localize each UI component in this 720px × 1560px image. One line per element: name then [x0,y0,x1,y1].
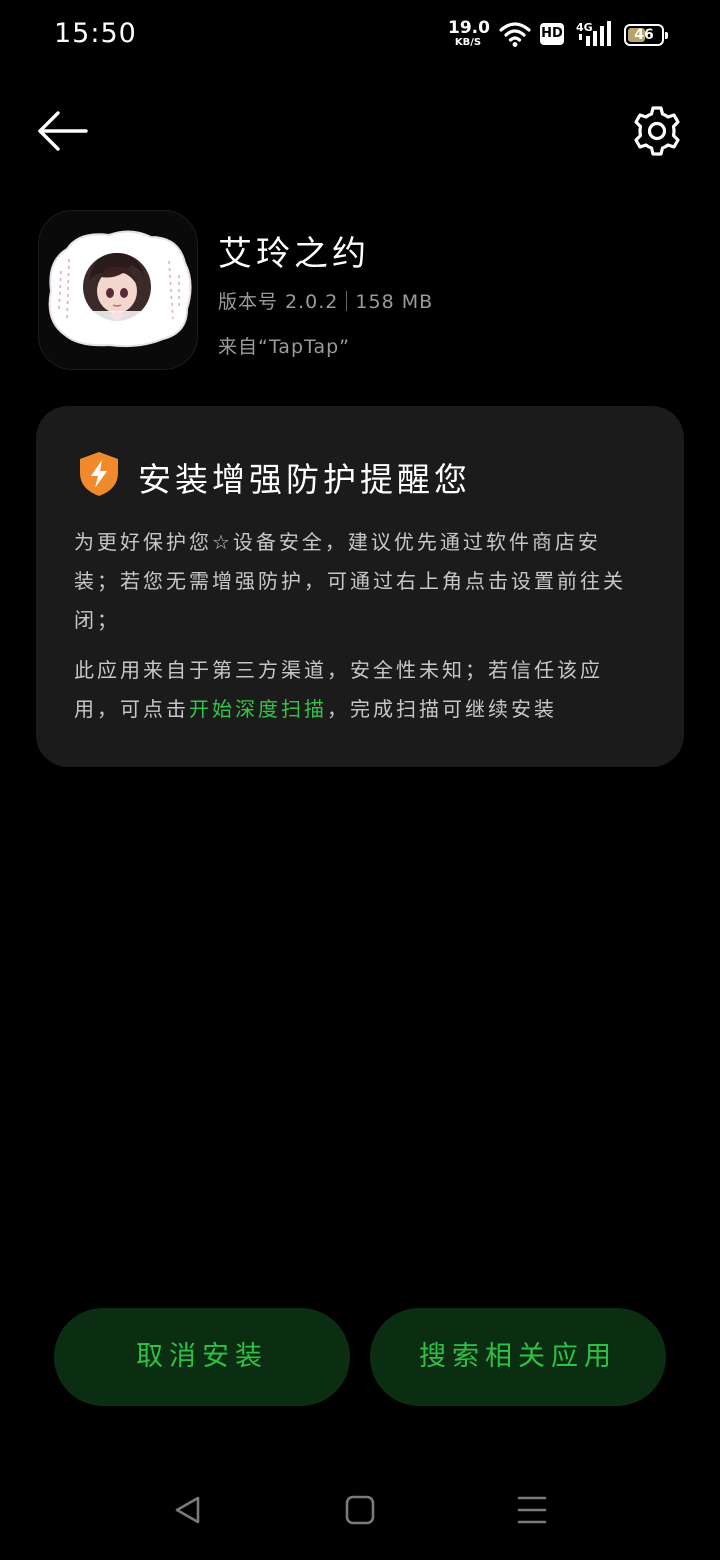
anime-girl-avatar-icon [48,230,192,348]
network-type-label: 4G [576,21,593,34]
settings-button[interactable] [630,104,684,158]
app-size: 158 MB [355,291,434,313]
search-related-apps-button[interactable]: 搜索相关应用 [370,1308,666,1406]
app-name: 艾玲之约 [218,234,370,274]
protection-warning-card: 安装增强防护提醒您 为更好保护您☆设备安全，建议优先通过软件商店安装；若您无需增… [36,406,684,767]
network-speed: 19.0 KB/S [448,18,490,48]
nav-recents-icon[interactable] [516,1494,548,1526]
warning-paragraph-2-suffix: ，完成扫描可继续安装 [327,697,557,721]
battery-tip [665,32,668,39]
warning-paragraph-1: 为更好保护您☆设备安全，建议优先通过软件商店安装；若您无需增强防护，可通过右上角… [74,530,626,632]
gear-icon [634,106,680,156]
app-source: 来自“TapTap” [218,336,351,358]
network-speed-value: 19.0 [448,18,490,38]
network-speed-unit: KB/S [454,37,482,48]
app-version: 版本号 2.0.2 [218,291,339,313]
nav-back-icon[interactable] [172,1494,204,1526]
install-warning-screen: 15:50 19.0 KB/S HD 4G 46 艾玲之约 版本号 2.0.2 … [0,0,720,1560]
back-button[interactable] [36,106,90,156]
hd-icon: HD [540,23,564,45]
battery-icon: 46 [624,24,668,46]
shield-lightning-icon [80,452,118,496]
back-arrow-icon [38,111,88,151]
nav-home-icon[interactable] [344,1494,376,1526]
warning-paragraph-2: 此应用来自于第三方渠道，安全性未知；若信任该应用，可点击开始深度扫描，完成扫描可… [74,651,646,729]
cancel-install-button[interactable]: 取消安装 [54,1308,350,1406]
signal-icon: 4G [576,21,611,46]
status-bar: 15:50 19.0 KB/S HD 4G 46 [0,0,720,72]
app-meta: 版本号 2.0.2 158 MB [218,287,433,314]
wifi-icon [499,22,531,47]
meta-divider [346,291,348,311]
battery-level: 46 [634,27,654,43]
deep-scan-link[interactable]: 开始深度扫描 [189,697,327,721]
status-time: 15:50 [54,18,137,49]
app-icon [38,210,198,370]
warning-title: 安装增强防护提醒您 [138,460,471,499]
